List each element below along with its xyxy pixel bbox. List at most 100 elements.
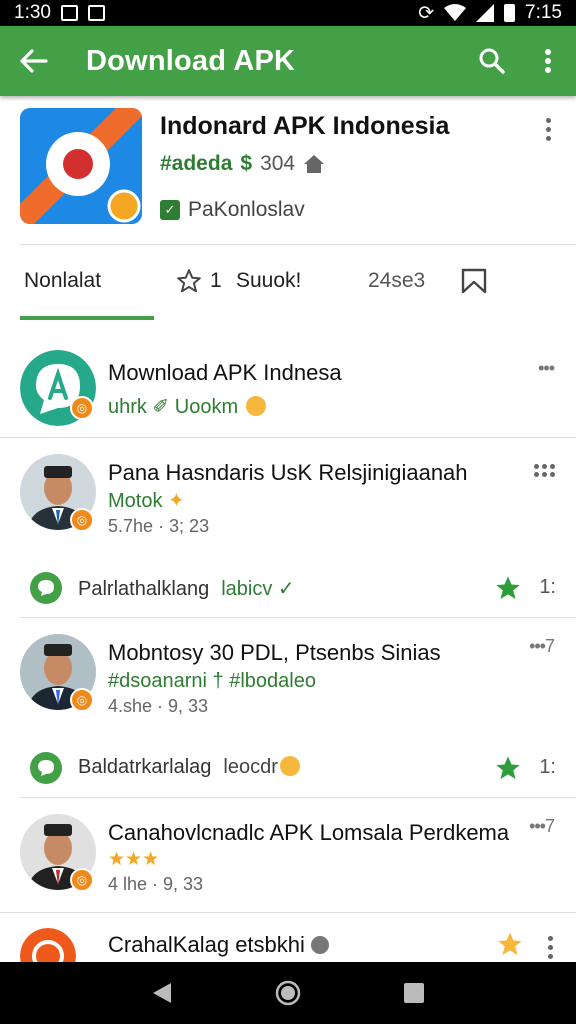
tab-indicator [20, 316, 154, 320]
list-item[interactable]: ◎ Pana Hasndaris UsK Relsjinigiaanah Mot… [0, 440, 576, 554]
item-subtitle: Motok ✦ [108, 488, 185, 513]
page-title: Download APK [86, 44, 296, 77]
tab-label: Suuok! [236, 269, 302, 292]
more-button[interactable]: •••7 [529, 816, 555, 837]
list-item[interactable]: ◎ Mobntosy 30 PDL, Ptsenbs Sinias #dsoan… [0, 620, 576, 734]
more-button[interactable] [540, 936, 560, 959]
list-item[interactable]: CrahalKalag etsbkhi [0, 914, 576, 962]
chat-icon [30, 752, 62, 784]
search-icon [479, 48, 505, 74]
item-subtitle: #dsoanarni † #lbodaleo [108, 670, 316, 692]
leaf-icon [311, 936, 330, 954]
verified-icon: ✓ [160, 200, 180, 220]
app-icon [20, 928, 76, 962]
nav-home-icon[interactable] [275, 980, 301, 1006]
status-bar: 1:30 ⟳ 7:15 [0, 0, 576, 26]
divider [0, 912, 576, 913]
more-vert-icon [545, 49, 551, 73]
tab-label: 24se3 [368, 269, 426, 292]
bookmark-icon [461, 268, 487, 294]
signal-icon [476, 4, 495, 22]
status-time: 1:30 [14, 2, 51, 23]
subtitle-part: uhrk [108, 396, 147, 418]
star-icon[interactable] [496, 930, 524, 962]
system-nav-bar [0, 962, 576, 1024]
item-title: Canahovlcnadlc APK Lomsala Perdkema [108, 820, 510, 845]
sync-icon: ⟳ [418, 2, 435, 24]
badge-label: PaKonloslav [188, 198, 305, 221]
item-title: Mobntosy 30 PDL, Ptsenbs Sinias [108, 640, 441, 665]
item-title: Pana Hasndaris UsK Relsjinigiaanah [108, 460, 468, 485]
title-text: CrahalKalag etsbkhi [108, 932, 305, 957]
app-bar: Download APK [0, 26, 576, 96]
status-right-time: 7:15 [525, 2, 562, 23]
tab-label: Nonlalat [24, 269, 102, 292]
leaf-icon: ✐ [152, 396, 170, 418]
badge-icon: ◎ [70, 688, 94, 712]
row-count: 1: [539, 576, 556, 598]
developer-name: #adeda [160, 152, 233, 175]
app-name: Indonard APK Indonesia [160, 112, 450, 140]
item-meta: 5.7he · 3; 23 [108, 516, 210, 536]
row-label: Palrlathalklang labicv ✓ [78, 576, 295, 601]
badge-icon: ◎ [70, 868, 94, 892]
tab-label: 1 [210, 269, 222, 292]
divider [0, 437, 576, 438]
search-button[interactable] [464, 26, 520, 96]
arrow-back-icon [20, 49, 48, 73]
app-badge: ✓ PaKonloslav [160, 198, 305, 222]
item-subtitle: uhrk ✐ Uookm [108, 394, 266, 419]
star-icon[interactable] [494, 574, 522, 607]
label-text: Palrlathalklang [78, 578, 210, 600]
overflow-menu-button[interactable] [520, 26, 576, 96]
tab-nonlalat[interactable]: Nonlalat [24, 246, 101, 316]
more-button[interactable]: •••7 [529, 636, 555, 657]
home-icon [304, 155, 325, 173]
wifi-icon [444, 4, 467, 21]
nav-back-icon[interactable] [151, 981, 173, 1005]
divider [20, 244, 576, 245]
engagement-row[interactable]: Palrlathalklang labicv ✓ 1: [20, 558, 576, 618]
subtitle-part: Uookm [174, 396, 239, 418]
smile-icon [245, 396, 266, 416]
bookmark-button[interactable] [460, 246, 488, 316]
label-text: Baldatrkarlalag [78, 756, 212, 778]
app-logo[interactable] [20, 108, 142, 224]
list-item[interactable]: ◎ Canahovlcnadlc APK Lomsala Perdkema ★★… [0, 800, 576, 912]
tab-suuok[interactable]: Suuok! [236, 246, 301, 316]
item-meta: 4 lhe · 9, 33 [108, 874, 204, 894]
chat-icon [30, 572, 62, 604]
engagement-row[interactable]: Baldatrkarlalag leocdr 1: [20, 738, 576, 798]
subtitle-part: Motok [108, 490, 163, 512]
app-more-button[interactable] [538, 118, 558, 141]
star-icon[interactable] [494, 754, 522, 787]
thumb-icon: ✦ [168, 490, 185, 512]
row-count: 1: [539, 756, 556, 778]
badge-icon: ◎ [70, 396, 94, 420]
tab-rating[interactable]: 1 [176, 246, 222, 316]
tab-bar: Nonlalat 1 Suuok! 24se3 [0, 246, 576, 322]
star-outline-icon [177, 269, 201, 293]
more-button[interactable]: ••• [538, 358, 555, 379]
label-accent: labicv [221, 578, 273, 600]
badge-icon: ◎ [70, 508, 94, 532]
item-meta: 4.she · 9, 33 [108, 696, 209, 716]
item-title: Mownload APK Indnesa [108, 360, 342, 385]
tab-24se3[interactable]: 24se3 [368, 246, 425, 316]
more-button[interactable] [534, 464, 558, 477]
gallery-notification-icon [87, 5, 105, 21]
back-button[interactable] [0, 26, 68, 96]
leaf-icon: ✓ [277, 578, 295, 600]
notification-icon [60, 5, 78, 21]
rating-stars: ★★★ [108, 849, 160, 870]
label-accent: leocdr [223, 756, 278, 778]
battery-icon [504, 4, 516, 22]
smile-icon [279, 756, 300, 776]
list-item[interactable]: ◎ Mownload APK Indnesa uhrk ✐ Uookm ••• [0, 340, 576, 438]
nav-recents-icon[interactable] [403, 982, 425, 1004]
app-developer[interactable]: #adeda $ 304 [160, 152, 325, 176]
row-label: Baldatrkarlalag leocdr [78, 756, 300, 779]
item-title: CrahalKalag etsbkhi [108, 932, 330, 958]
install-count: 304 [260, 152, 296, 175]
dollar-icon: $ [240, 152, 253, 175]
